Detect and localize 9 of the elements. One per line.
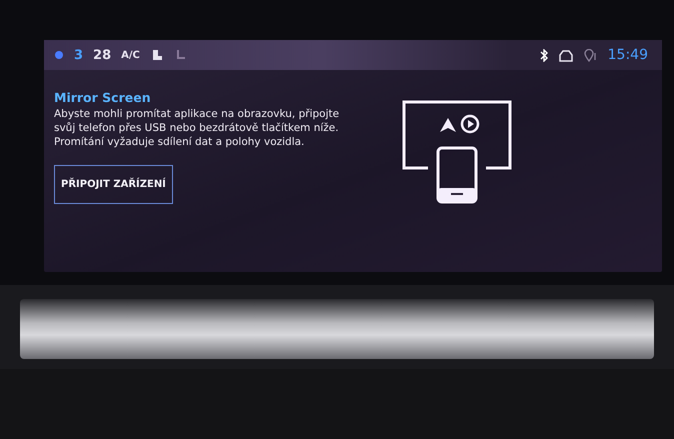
description-text: Abyste mohli promítat aplikace na obrazovku, připojte svůj telefon přes USB nebo bezdrátově tlačítkem níže. Promítání vyžaduje sdílení dat a polohy vozidla. [54, 107, 340, 149]
temperature[interactable]: 28 [93, 48, 112, 62]
connect-device-button[interactable]: PŘIPOJIT ZAŘÍZENÍ [54, 165, 173, 204]
ac-label[interactable]: A/C [121, 50, 140, 60]
bluetooth-icon [540, 48, 548, 62]
clock: 15:49 [608, 47, 648, 63]
location-icon [584, 48, 598, 62]
section-title: Mirror Screen [54, 90, 151, 105]
fan-level[interactable]: 3 [74, 48, 84, 62]
